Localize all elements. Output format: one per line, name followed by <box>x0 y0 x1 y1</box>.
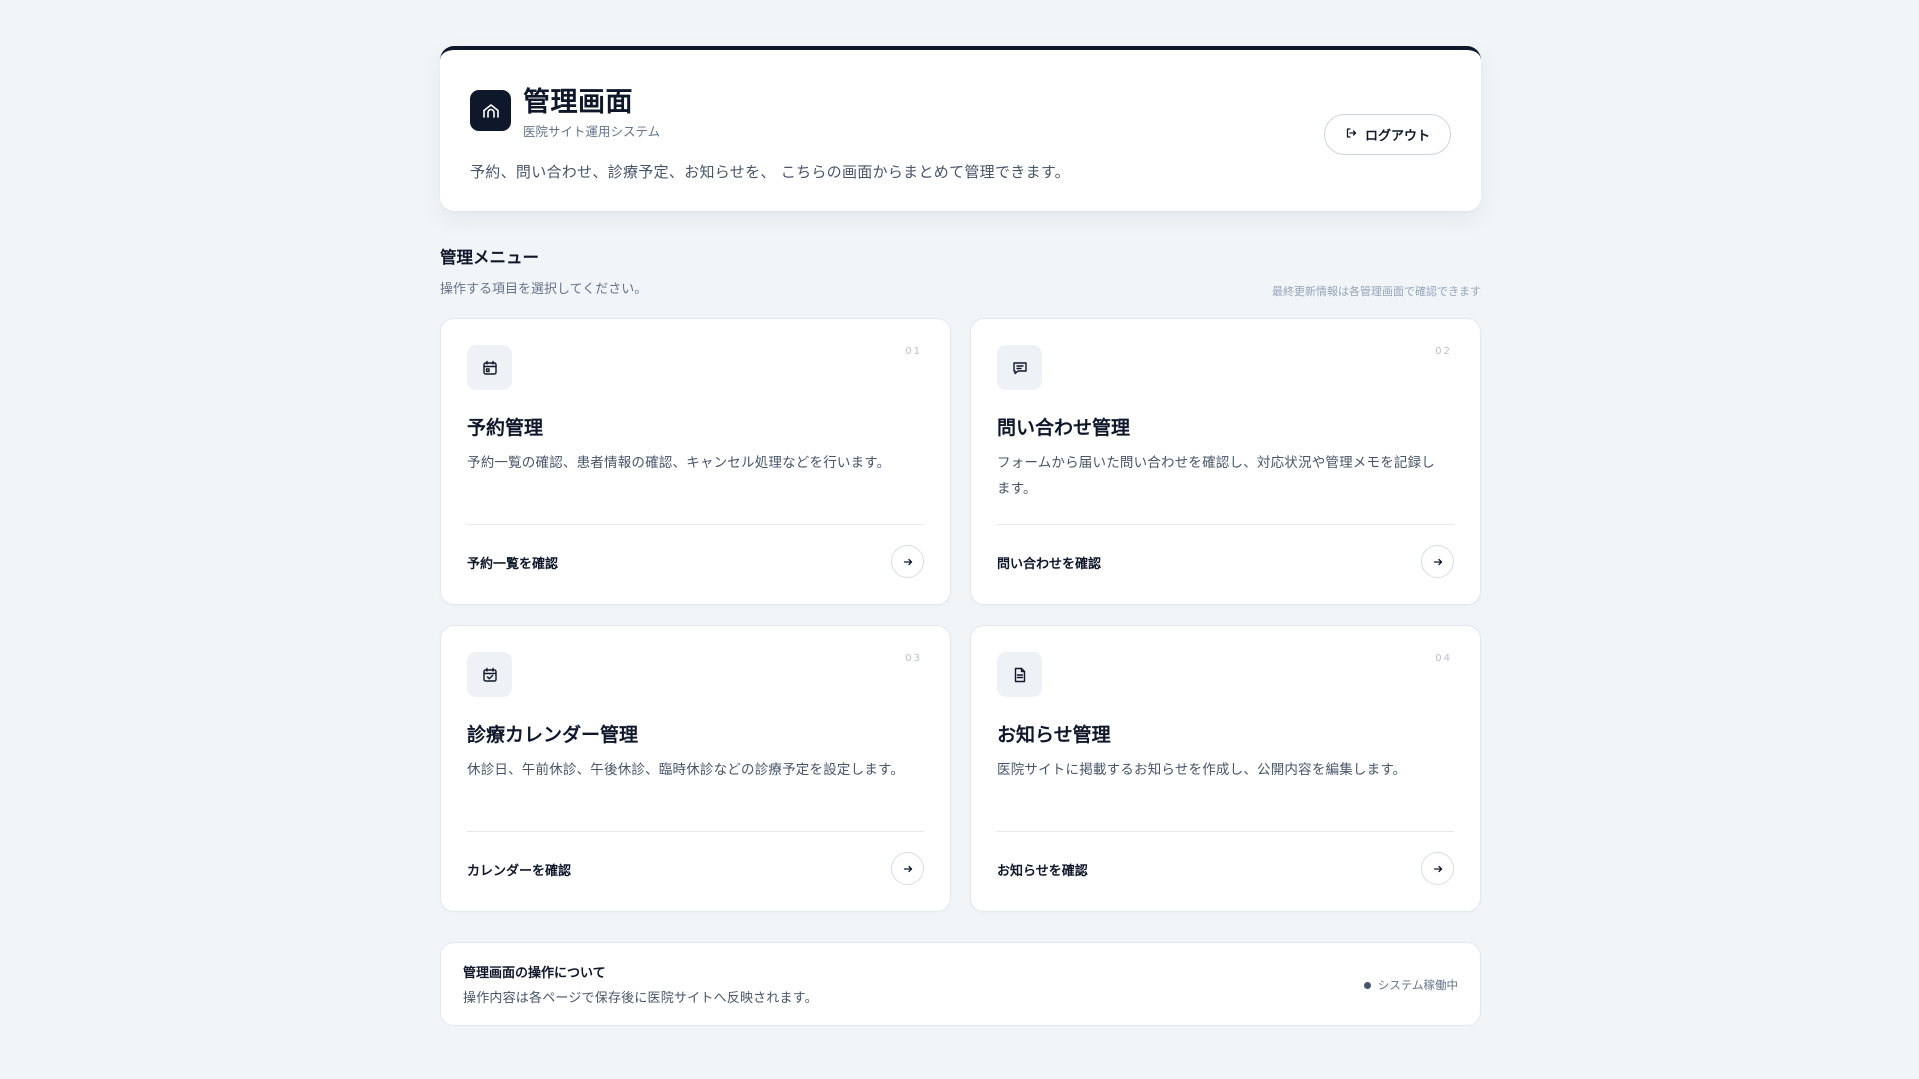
card-number: 03 <box>905 653 922 664</box>
logout-icon <box>1345 127 1357 142</box>
card-description: 医院サイトに掲載するお知らせを作成し、公開内容を編集します。 <box>997 762 1407 778</box>
menu-card-calendar[interactable]: 03 診療カレンダー管理 休診日、午前休診、午後休診、臨時休診などの診療予定を設… <box>440 625 951 912</box>
calendar-check-icon <box>467 652 512 697</box>
card-title: 問い合わせ管理 <box>997 417 1131 439</box>
card-link-label[interactable]: 問い合わせを確認 <box>997 553 1101 572</box>
menu-card-reservations[interactable]: 01 予約管理 予約一覧の確認、患者情報の確認、キャンセル処理などを行います。 … <box>440 318 951 605</box>
card-link-label[interactable]: お知らせを確認 <box>997 860 1088 879</box>
card-link-label[interactable]: 予約一覧を確認 <box>467 553 558 572</box>
house-icon <box>470 90 511 131</box>
message-icon <box>997 345 1042 390</box>
arrow-right-icon[interactable] <box>1421 852 1454 885</box>
logout-label: ログアウト <box>1364 128 1430 143</box>
section-subtitle: 操作する項目を選択してください。 <box>440 282 648 297</box>
footer-description: 操作内容は各ページで保存後に医院サイトへ反映されます。 <box>463 991 818 1006</box>
card-title: 診療カレンダー管理 <box>467 724 639 746</box>
header-card: 管理画面 医院サイト運用システム 予約、問い合わせ、診療予定、お知らせを、 こち… <box>440 46 1481 211</box>
arrow-right-icon[interactable] <box>891 545 924 578</box>
status-badge: システム稼働中 <box>1363 977 1458 993</box>
card-number: 02 <box>1435 346 1452 357</box>
menu-card-news[interactable]: 04 お知らせ管理 医院サイトに掲載するお知らせを作成し、公開内容を編集します。… <box>970 625 1481 912</box>
divider <box>997 831 1454 832</box>
card-number: 01 <box>905 346 922 357</box>
card-link-label[interactable]: カレンダーを確認 <box>467 860 571 879</box>
card-description: フォームから届いた問い合わせを確認し、対応状況や管理メモを記録します。 <box>997 455 1435 497</box>
document-icon <box>997 652 1042 697</box>
section-title: 管理メニュー <box>440 248 539 267</box>
arrow-right-icon[interactable] <box>1421 545 1454 578</box>
card-description: 予約一覧の確認、患者情報の確認、キャンセル処理などを行います。 <box>467 455 891 471</box>
page-subtitle: 医院サイト運用システム <box>523 124 661 139</box>
menu-card-inquiries[interactable]: 02 問い合わせ管理 フォームから届いた問い合わせを確認し、対応状況や管理メモを… <box>970 318 1481 605</box>
page-title: 管理画面 <box>523 87 633 118</box>
calendar-icon <box>467 345 512 390</box>
card-title: 予約管理 <box>467 417 544 439</box>
info-footer-card: 管理画面の操作について 操作内容は各ページで保存後に医院サイトへ反映されます。 … <box>440 942 1481 1026</box>
card-description: 休診日、午前休診、午後休診、臨時休診などの診療予定を設定します。 <box>467 762 905 778</box>
logout-button[interactable]: ログアウト <box>1324 114 1451 155</box>
divider <box>467 524 924 525</box>
arrow-right-icon[interactable] <box>891 852 924 885</box>
status-dot-icon <box>1363 981 1371 989</box>
page-description: 予約、問い合わせ、診療予定、お知らせを、 こちらの画面からまとめて管理できます。 <box>470 163 1070 181</box>
card-number: 04 <box>1435 653 1452 664</box>
section-note: 最終更新情報は各管理画面で確認できます <box>1272 285 1481 298</box>
divider <box>997 524 1454 525</box>
footer-title: 管理画面の操作について <box>463 966 606 981</box>
status-label: システム稼働中 <box>1377 978 1458 992</box>
divider <box>467 831 924 832</box>
card-title: お知らせ管理 <box>997 724 1111 746</box>
